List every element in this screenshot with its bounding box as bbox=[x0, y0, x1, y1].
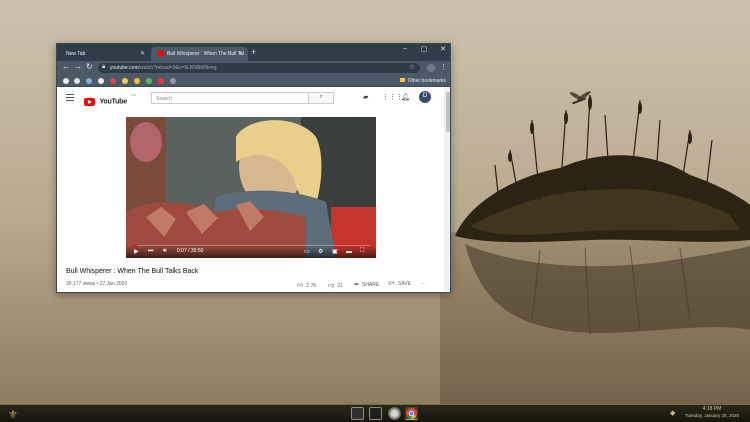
search-placeholder: Search bbox=[156, 96, 172, 102]
share-button[interactable]: ➦ SHARE bbox=[354, 281, 379, 288]
new-tab-button[interactable]: + bbox=[251, 47, 256, 57]
youtube-favicon-icon bbox=[157, 51, 164, 56]
tab-new-tab[interactable]: New Tab ✕ bbox=[59, 47, 150, 61]
close-icon[interactable]: ✕ bbox=[140, 50, 145, 57]
region-code: CA bbox=[131, 93, 136, 97]
bookmark-icon[interactable] bbox=[134, 78, 140, 84]
start-button[interactable]: ⚜ bbox=[8, 408, 18, 421]
chrome-window: New Tab ✕ Bull Whisperer : When The Bull… bbox=[56, 43, 451, 293]
play-icon[interactable]: ▶ bbox=[134, 248, 139, 255]
chrome-titlebar: New Tab ✕ Bull Whisperer : When The Bull… bbox=[57, 44, 450, 61]
bookmark-icon[interactable] bbox=[158, 78, 164, 84]
youtube-logo[interactable]: YouTube CA bbox=[84, 93, 136, 111]
bookmark-icon[interactable] bbox=[146, 78, 152, 84]
chrome-menu-icon[interactable]: ⋮ bbox=[440, 63, 447, 71]
close-window-button[interactable]: ✕ bbox=[437, 45, 449, 53]
clock-time: 4:18 PM bbox=[702, 406, 722, 412]
player-controls: ▶ ⏭︎ 🔊︎ 0:07 / 30:50 ▭ ⚙︎ ▣ ▬ ⛶ bbox=[126, 245, 376, 258]
video-views-date: 26,177 views • 27 Jan 2020 bbox=[66, 281, 128, 287]
bookmark-icon[interactable] bbox=[74, 78, 80, 84]
bookmark-icon[interactable] bbox=[98, 78, 104, 84]
thumbs-up-icon: 👍︎ bbox=[297, 283, 304, 289]
folder-icon bbox=[399, 78, 405, 82]
bookmark-icon[interactable] bbox=[170, 78, 176, 84]
tab-label: New Tab bbox=[66, 51, 86, 57]
progress-bar[interactable] bbox=[132, 245, 370, 246]
page-scrollbar[interactable] bbox=[444, 88, 450, 292]
lock-icon: 🔒︎ bbox=[102, 64, 106, 70]
bookmark-star-icon[interactable]: ☆ bbox=[409, 63, 415, 71]
tab-label: Bull Whisperer : When The Bull Tal bbox=[167, 51, 245, 57]
chrome-icon bbox=[406, 408, 417, 420]
back-arrow-icon[interactable]: ← bbox=[62, 62, 70, 71]
account-avatar[interactable]: D bbox=[419, 91, 431, 103]
notifications-bell-icon[interactable]: 🔔︎ bbox=[401, 93, 410, 101]
save-label: SAVE bbox=[398, 281, 411, 287]
save-button[interactable]: ≡+ SAVE bbox=[388, 281, 411, 287]
settings-gear-icon[interactable]: ⚙︎ bbox=[318, 248, 323, 255]
chrome-taskbar-icon[interactable] bbox=[405, 407, 418, 420]
bookmark-icon[interactable] bbox=[86, 78, 92, 84]
chrome-toolbar: ← → ↻ 🔒︎ youtube.com/watch?reload=9&v=9L… bbox=[57, 61, 450, 75]
taskbar-app-icon[interactable] bbox=[369, 407, 382, 420]
scrollbar-thumb[interactable] bbox=[446, 92, 450, 132]
other-bookmarks[interactable]: Other bookmarks bbox=[399, 78, 446, 84]
video-player[interactable]: ▶ ⏭︎ 🔊︎ 0:07 / 30:50 ▭ ⚙︎ ▣ ▬ ⛶ bbox=[126, 117, 376, 258]
share-label: SHARE bbox=[362, 282, 380, 288]
youtube-logo-word: YouTube bbox=[99, 98, 127, 106]
clock-date: Tuesday, January 28, 2020 bbox=[684, 413, 740, 418]
apps-bookmark-icon[interactable] bbox=[63, 78, 69, 84]
like-count: 2.7K bbox=[306, 283, 317, 289]
progress-fill bbox=[132, 245, 137, 246]
dislike-count: 21 bbox=[337, 283, 343, 289]
taskbar-app-icon[interactable] bbox=[351, 407, 364, 420]
taskbar-app-icon[interactable] bbox=[388, 407, 401, 420]
video-frame bbox=[126, 117, 376, 258]
theater-mode-icon[interactable]: ▬ bbox=[346, 249, 352, 255]
action-center-icon[interactable]: ◆ bbox=[670, 409, 675, 417]
tab-bull-whisperer[interactable]: Bull Whisperer : When The Bull Tal ✕ bbox=[151, 47, 248, 61]
subtitles-icon[interactable]: ▭ bbox=[304, 248, 310, 255]
apps-grid-icon[interactable]: ⋮⋮⋮ bbox=[382, 93, 403, 101]
maximize-button[interactable]: ▢ bbox=[418, 45, 430, 53]
share-icon: ➦ bbox=[354, 282, 360, 288]
profile-avatar[interactable] bbox=[427, 64, 435, 72]
forward-arrow-icon[interactable]: → bbox=[74, 62, 82, 71]
like-button[interactable]: 👍︎ 2.7K bbox=[297, 281, 317, 289]
fullscreen-icon[interactable]: ⛶ bbox=[360, 248, 364, 255]
close-icon[interactable]: ✕ bbox=[238, 50, 243, 57]
gmail-bookmark-icon[interactable] bbox=[110, 78, 116, 84]
search-input[interactable]: Search bbox=[151, 92, 309, 104]
search-icon: ⌕ bbox=[319, 94, 323, 100]
minimize-button[interactable]: – bbox=[399, 45, 411, 52]
reload-icon[interactable]: ↻ bbox=[86, 62, 93, 71]
avatar-initial: D bbox=[422, 93, 428, 99]
video-title: Bull Whisperer : When The Bull Talks Bac… bbox=[66, 268, 199, 275]
youtube-page: YouTube CA Search ⌕ ▰ ⋮⋮⋮ 🔔︎ D ▶ ⏭︎ 🔊︎ 0… bbox=[57, 88, 444, 292]
other-bookmarks-label: Other bookmarks bbox=[407, 78, 446, 84]
time-display: 0:07 / 30:50 bbox=[177, 248, 204, 254]
create-video-icon[interactable]: ▰ bbox=[363, 93, 368, 101]
next-icon[interactable]: ⏭︎ bbox=[148, 248, 153, 255]
bookmark-icon[interactable] bbox=[122, 78, 128, 84]
hamburger-menu-icon[interactable] bbox=[66, 94, 74, 103]
taskbar: ⚜ ◆ 4:18 PM Tuesday, January 28, 2020 bbox=[0, 404, 750, 422]
address-bar[interactable]: 🔒︎ youtube.com/watch?reload=9&v=9LB5lBbf… bbox=[98, 63, 420, 73]
system-clock[interactable]: 4:18 PM Tuesday, January 28, 2020 bbox=[681, 406, 743, 418]
volume-icon[interactable]: 🔊︎ bbox=[163, 248, 167, 255]
more-actions-button[interactable]: ··· bbox=[421, 281, 426, 287]
address-path: /watch?reload=9&v=9LB5lBbfNeeg bbox=[138, 65, 217, 71]
bookmarks-bar: Other bookmarks bbox=[57, 75, 450, 87]
search-button[interactable]: ⌕ bbox=[309, 92, 334, 104]
save-playlist-icon: ≡+ bbox=[388, 281, 396, 287]
dislike-button[interactable]: 👎︎ 21 bbox=[328, 281, 343, 289]
youtube-play-logo-icon bbox=[84, 97, 95, 106]
thumbs-down-icon: 👎︎ bbox=[328, 283, 335, 289]
address-host: youtube.com bbox=[110, 65, 139, 71]
miniplayer-icon[interactable]: ▣ bbox=[332, 248, 338, 255]
